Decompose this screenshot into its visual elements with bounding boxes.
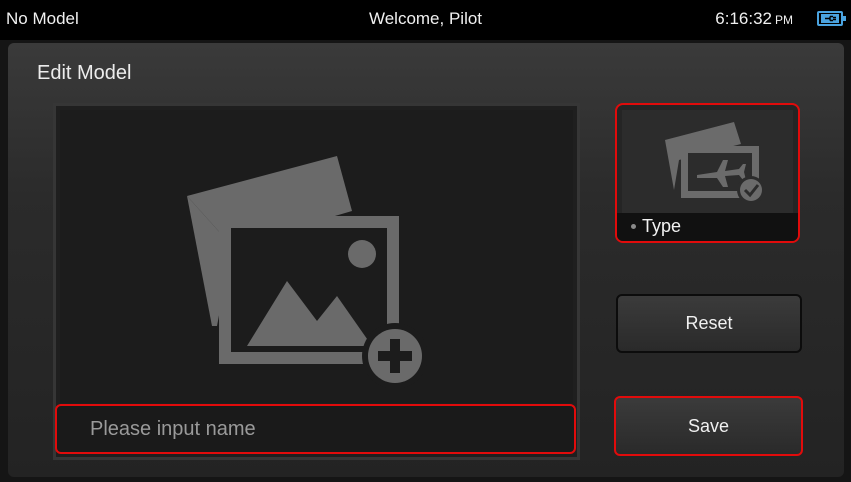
type-label: Type bbox=[642, 216, 682, 236]
reset-button[interactable]: Reset bbox=[616, 294, 802, 353]
bullet-icon bbox=[631, 224, 636, 229]
image-preview[interactable] bbox=[60, 110, 573, 403]
battery-charging-icon bbox=[817, 11, 846, 26]
model-type-tile[interactable]: Type bbox=[615, 103, 800, 243]
clock-ampm: PM bbox=[775, 13, 793, 27]
edit-model-panel: Edit Model Please input name Type Reset … bbox=[8, 43, 844, 477]
clock: 6:16:32 PM bbox=[715, 9, 793, 29]
type-thumbnail bbox=[622, 110, 793, 213]
save-button[interactable]: Save bbox=[614, 396, 803, 456]
page-title: Edit Model bbox=[37, 62, 132, 84]
airplane-photo-check-icon bbox=[665, 122, 765, 204]
status-bar: No Model Welcome, Pilot 6:16:32 PM bbox=[0, 0, 851, 40]
model-name-input[interactable] bbox=[55, 404, 576, 454]
add-photo-icon[interactable] bbox=[177, 156, 437, 396]
clock-time: 6:16:32 bbox=[715, 9, 772, 28]
type-label-bar: Type bbox=[617, 213, 798, 241]
